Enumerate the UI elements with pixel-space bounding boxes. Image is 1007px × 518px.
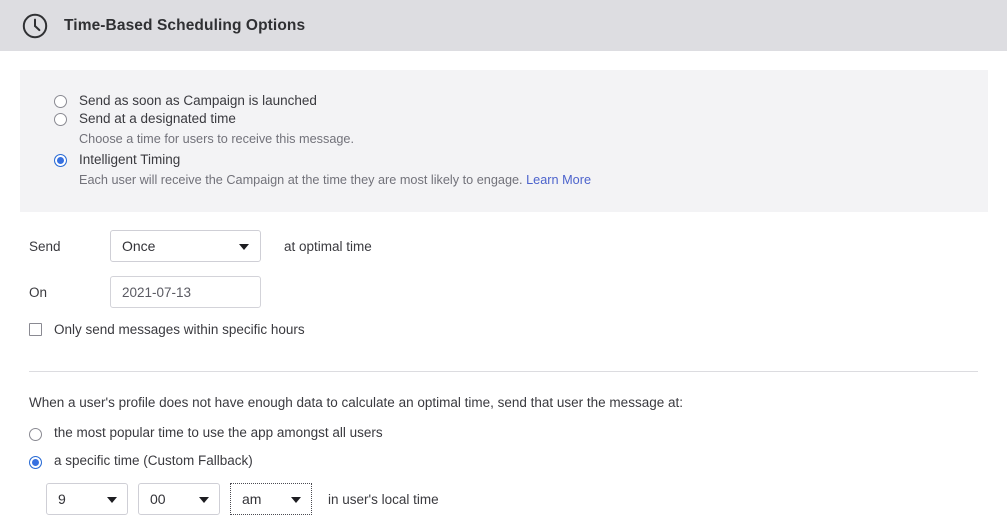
chevron-down-icon <box>291 497 301 503</box>
fallback-option-most-popular-time[interactable]: the most popular time to use the app amo… <box>29 425 989 441</box>
radio-option-designated-time[interactable]: Send at a designated time <box>54 110 988 128</box>
chevron-down-icon <box>107 497 117 503</box>
clock-icon <box>22 13 48 38</box>
radio-option-group-designated-time: Send at a designated time Choose a time … <box>54 110 988 148</box>
radio-icon-specific-time[interactable] <box>29 456 42 469</box>
fallback-time-suffix: in user's local time <box>328 491 439 507</box>
fallback-time-row: 9 00 am in user's local time <box>29 483 989 515</box>
fallback-hour-value: 9 <box>58 491 66 507</box>
intelligent-timing-description-text: Each user will receive the Campaign at t… <box>79 173 523 187</box>
panel-header: Time-Based Scheduling Options <box>0 0 1007 51</box>
fallback-option-specific-time[interactable]: a specific time (Custom Fallback) <box>29 453 989 469</box>
radio-icon-send-asap[interactable] <box>54 95 67 108</box>
learn-more-link[interactable]: Learn More <box>526 173 591 187</box>
specific-hours-checkbox[interactable] <box>29 323 42 336</box>
send-date-row: On <box>0 274 1007 310</box>
radio-description-intelligent-timing: Each user will receive the Campaign at t… <box>79 171 988 189</box>
radio-option-group-intelligent-timing: Intelligent Timing Each user will receiv… <box>54 151 988 189</box>
radio-icon-designated-time[interactable] <box>54 113 67 126</box>
fallback-question: When a user's profile does not have enou… <box>29 395 683 410</box>
page-title: Time-Based Scheduling Options <box>64 16 306 34</box>
radio-label-send-asap: Send as soon as Campaign is launched <box>79 93 317 108</box>
radio-option-intelligent-timing[interactable]: Intelligent Timing <box>54 151 988 169</box>
radio-label-intelligent-timing: Intelligent Timing <box>79 152 181 167</box>
radio-description-designated-time: Choose a time for users to receive this … <box>79 132 355 146</box>
radio-label-designated-time: Send at a designated time <box>79 111 236 126</box>
send-frequency-row: Send Once at optimal time <box>0 228 1007 264</box>
fallback-meridiem-select[interactable]: am <box>230 483 312 515</box>
fallback-label-specific-time: a specific time (Custom Fallback) <box>54 453 253 468</box>
scheduling-options-card: Send as soon as Campaign is launched Sen… <box>20 70 988 212</box>
fallback-section: When a user's profile does not have enou… <box>29 394 989 515</box>
specific-hours-row[interactable]: Only send messages within specific hours <box>0 322 1007 337</box>
schedule-form: Send Once at optimal time On Only send m… <box>0 228 1007 337</box>
send-suffix-label: at optimal time <box>284 238 372 254</box>
chevron-down-icon <box>199 497 209 503</box>
on-label: On <box>29 284 48 300</box>
fallback-label-most-popular-time: the most popular time to use the app amo… <box>54 425 383 440</box>
send-label: Send <box>29 238 61 254</box>
fallback-hour-select[interactable]: 9 <box>46 483 128 515</box>
fallback-minute-select[interactable]: 00 <box>138 483 220 515</box>
send-frequency-value: Once <box>122 238 156 254</box>
radio-option-send-asap[interactable]: Send as soon as Campaign is launched <box>54 92 988 110</box>
fallback-meridiem-value: am <box>242 491 262 507</box>
fallback-minute-value: 00 <box>150 491 166 507</box>
send-frequency-select[interactable]: Once <box>110 230 261 262</box>
radio-icon-intelligent-timing[interactable] <box>54 154 67 167</box>
radio-icon-most-popular-time[interactable] <box>29 428 42 441</box>
chevron-down-icon <box>239 244 249 250</box>
section-divider <box>29 371 978 372</box>
specific-hours-label: Only send messages within specific hours <box>54 322 305 337</box>
send-date-input[interactable] <box>110 276 261 308</box>
